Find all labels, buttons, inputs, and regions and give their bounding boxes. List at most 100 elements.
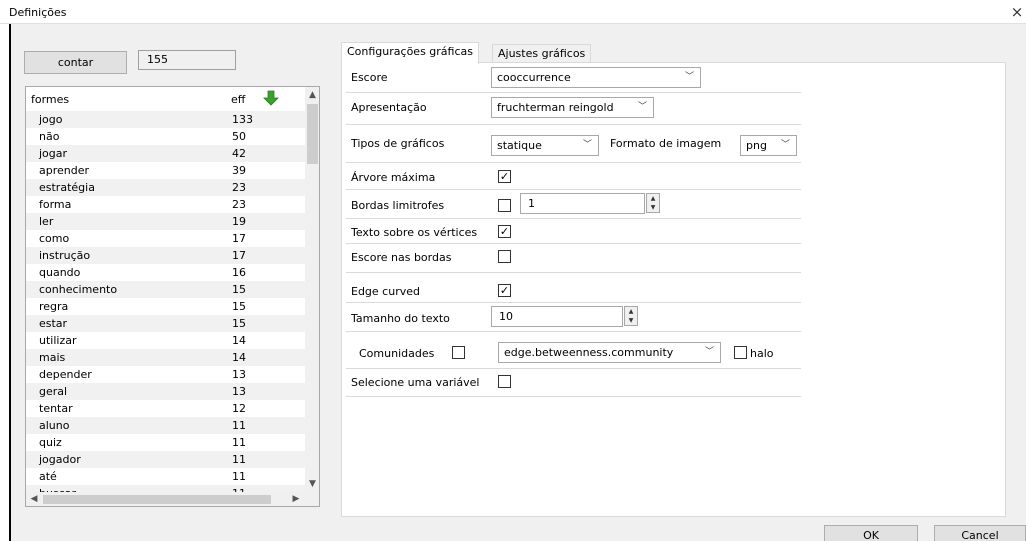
word-form: geral [39, 385, 68, 398]
word-frequency: 15 [232, 300, 246, 313]
word-form: instrução [39, 249, 91, 262]
scroll-up-icon[interactable]: ▲ [305, 87, 319, 103]
chevron-down-icon: ﹀ [684, 72, 694, 82]
list-item[interactable]: tentar 12 [26, 400, 305, 417]
separator [346, 124, 801, 125]
borders-label: Bordas limitrofes [351, 199, 445, 212]
scroll-down-icon[interactable]: ▼ [305, 476, 319, 492]
word-form: conhecimento [39, 283, 118, 296]
separator [346, 396, 801, 397]
word-frequency: 15 [232, 317, 246, 330]
list-item[interactable]: geral 13 [26, 383, 305, 400]
close-icon[interactable]: × [1008, 2, 1026, 22]
word-frequency: 50 [232, 130, 246, 143]
layout-select-value: fruchterman reingold [497, 101, 614, 114]
scroll-left-icon[interactable]: ◀ [26, 492, 42, 506]
list-item[interactable]: regra 15 [26, 298, 305, 315]
word-form: mais [39, 351, 66, 364]
list-item[interactable]: jogar 42 [26, 145, 305, 162]
list-item[interactable]: utilizar 14 [26, 332, 305, 349]
list-item[interactable]: quiz 11 [26, 434, 305, 451]
communities-checkbox[interactable] [452, 346, 465, 359]
horizontal-scrollbar[interactable]: ◀ ▶ [26, 492, 319, 506]
chevron-down-icon: ﹀ [582, 140, 592, 150]
word-form: jogador [39, 453, 81, 466]
cancel-button[interactable]: Cancel [934, 525, 1026, 541]
text-vertices-checkbox[interactable]: ✓ [498, 225, 511, 238]
list-item[interactable]: jogador 11 [26, 451, 305, 468]
select-variable-checkbox[interactable] [498, 375, 511, 388]
tab-graph-settings[interactable]: Configurações gráficas [341, 42, 479, 64]
list-item[interactable]: como 17 [26, 230, 305, 247]
text-size-spinner[interactable]: ▲ ▼ [624, 306, 638, 326]
count-value-field[interactable]: 155 [138, 50, 236, 70]
word-frequency: 13 [232, 368, 246, 381]
spin-down-icon[interactable]: ▼ [647, 203, 659, 212]
list-item[interactable]: não 50 [26, 128, 305, 145]
borders-spinner[interactable]: ▲ ▼ [646, 193, 660, 213]
list-item[interactable]: até 11 [26, 468, 305, 485]
list-item[interactable]: mais 14 [26, 349, 305, 366]
word-form: depender [39, 368, 92, 381]
tab-graph-adjust[interactable]: Ajustes gráficos [492, 44, 592, 64]
separator [346, 302, 801, 303]
scroll-right-icon[interactable]: ▶ [288, 492, 304, 506]
text-size-label: Tamanho do texto [351, 312, 450, 325]
score-edges-label: Escore nas bordas [351, 251, 452, 264]
word-form: até [39, 470, 57, 483]
borders-checkbox[interactable] [498, 199, 511, 212]
score-edges-checkbox[interactable] [498, 250, 511, 263]
column-header-formes[interactable]: formes [31, 93, 69, 106]
spin-up-icon[interactable]: ▲ [647, 194, 659, 203]
image-format-label: Formato de imagem [610, 137, 722, 150]
word-frequency: 14 [232, 351, 246, 364]
list-item[interactable]: aprender 39 [26, 162, 305, 179]
list-item[interactable]: estratégia 23 [26, 179, 305, 196]
spin-down-icon[interactable]: ▼ [625, 316, 637, 325]
column-header-eff[interactable]: eff [231, 93, 245, 106]
layout-select[interactable]: fruchterman reingold ﹀ [491, 97, 654, 118]
spin-up-icon[interactable]: ▲ [625, 307, 637, 316]
list-header: formes eff [26, 87, 304, 111]
count-button[interactable]: contar [24, 51, 127, 74]
list-item[interactable]: quando 16 [26, 264, 305, 281]
text-size-input[interactable]: 10 [491, 306, 623, 327]
list-item[interactable]: jogo 133 [26, 111, 305, 128]
word-form: jogo [39, 113, 63, 126]
word-frequency: 14 [232, 334, 246, 347]
chevron-down-icon: ﹀ [704, 347, 714, 357]
halo-checkbox[interactable] [734, 346, 747, 359]
score-select[interactable]: cooccurrence ﹀ [491, 67, 701, 88]
word-frequency: 133 [232, 113, 253, 126]
max-tree-checkbox[interactable]: ✓ [498, 170, 511, 183]
text-vertices-label: Texto sobre os vértices [351, 226, 478, 239]
communities-algorithm-select[interactable]: edge.betweenness.community ﹀ [498, 342, 721, 363]
edge-curved-checkbox[interactable]: ✓ [498, 284, 511, 297]
list-item[interactable]: depender 13 [26, 366, 305, 383]
horizontal-scroll-thumb[interactable] [43, 495, 271, 504]
word-frequency: 15 [232, 283, 246, 296]
graph-type-select[interactable]: statique ﹀ [491, 135, 599, 156]
word-frequency: 11 [232, 470, 246, 483]
word-form: jogar [39, 147, 68, 160]
borders-input[interactable]: 1 [520, 193, 645, 214]
word-frequency: 12 [232, 402, 246, 415]
list-item[interactable]: instrução 17 [26, 247, 305, 264]
list-item[interactable]: ler 19 [26, 213, 305, 230]
word-form: ler [39, 215, 54, 228]
word-frequency: 19 [232, 215, 246, 228]
vertical-scrollbar[interactable]: ▲ ▼ [305, 87, 319, 492]
image-format-select[interactable]: png ﹀ [740, 135, 797, 156]
list-item[interactable]: estar 15 [26, 315, 305, 332]
list-item[interactable]: conhecimento 15 [26, 281, 305, 298]
word-frequency: 13 [232, 385, 246, 398]
word-frequency-list[interactable]: formes eff jogo 133 não 50 jogar 42 aprender 39… [25, 86, 320, 507]
word-form: estratégia [39, 181, 95, 194]
word-form: utilizar [39, 334, 77, 347]
separator [346, 218, 801, 219]
list-item[interactable]: aluno 11 [26, 417, 305, 434]
vertical-scroll-thumb[interactable] [307, 104, 318, 164]
word-form: aprender [39, 164, 90, 177]
list-item[interactable]: forma 23 [26, 196, 305, 213]
ok-button[interactable]: OK [824, 525, 918, 541]
